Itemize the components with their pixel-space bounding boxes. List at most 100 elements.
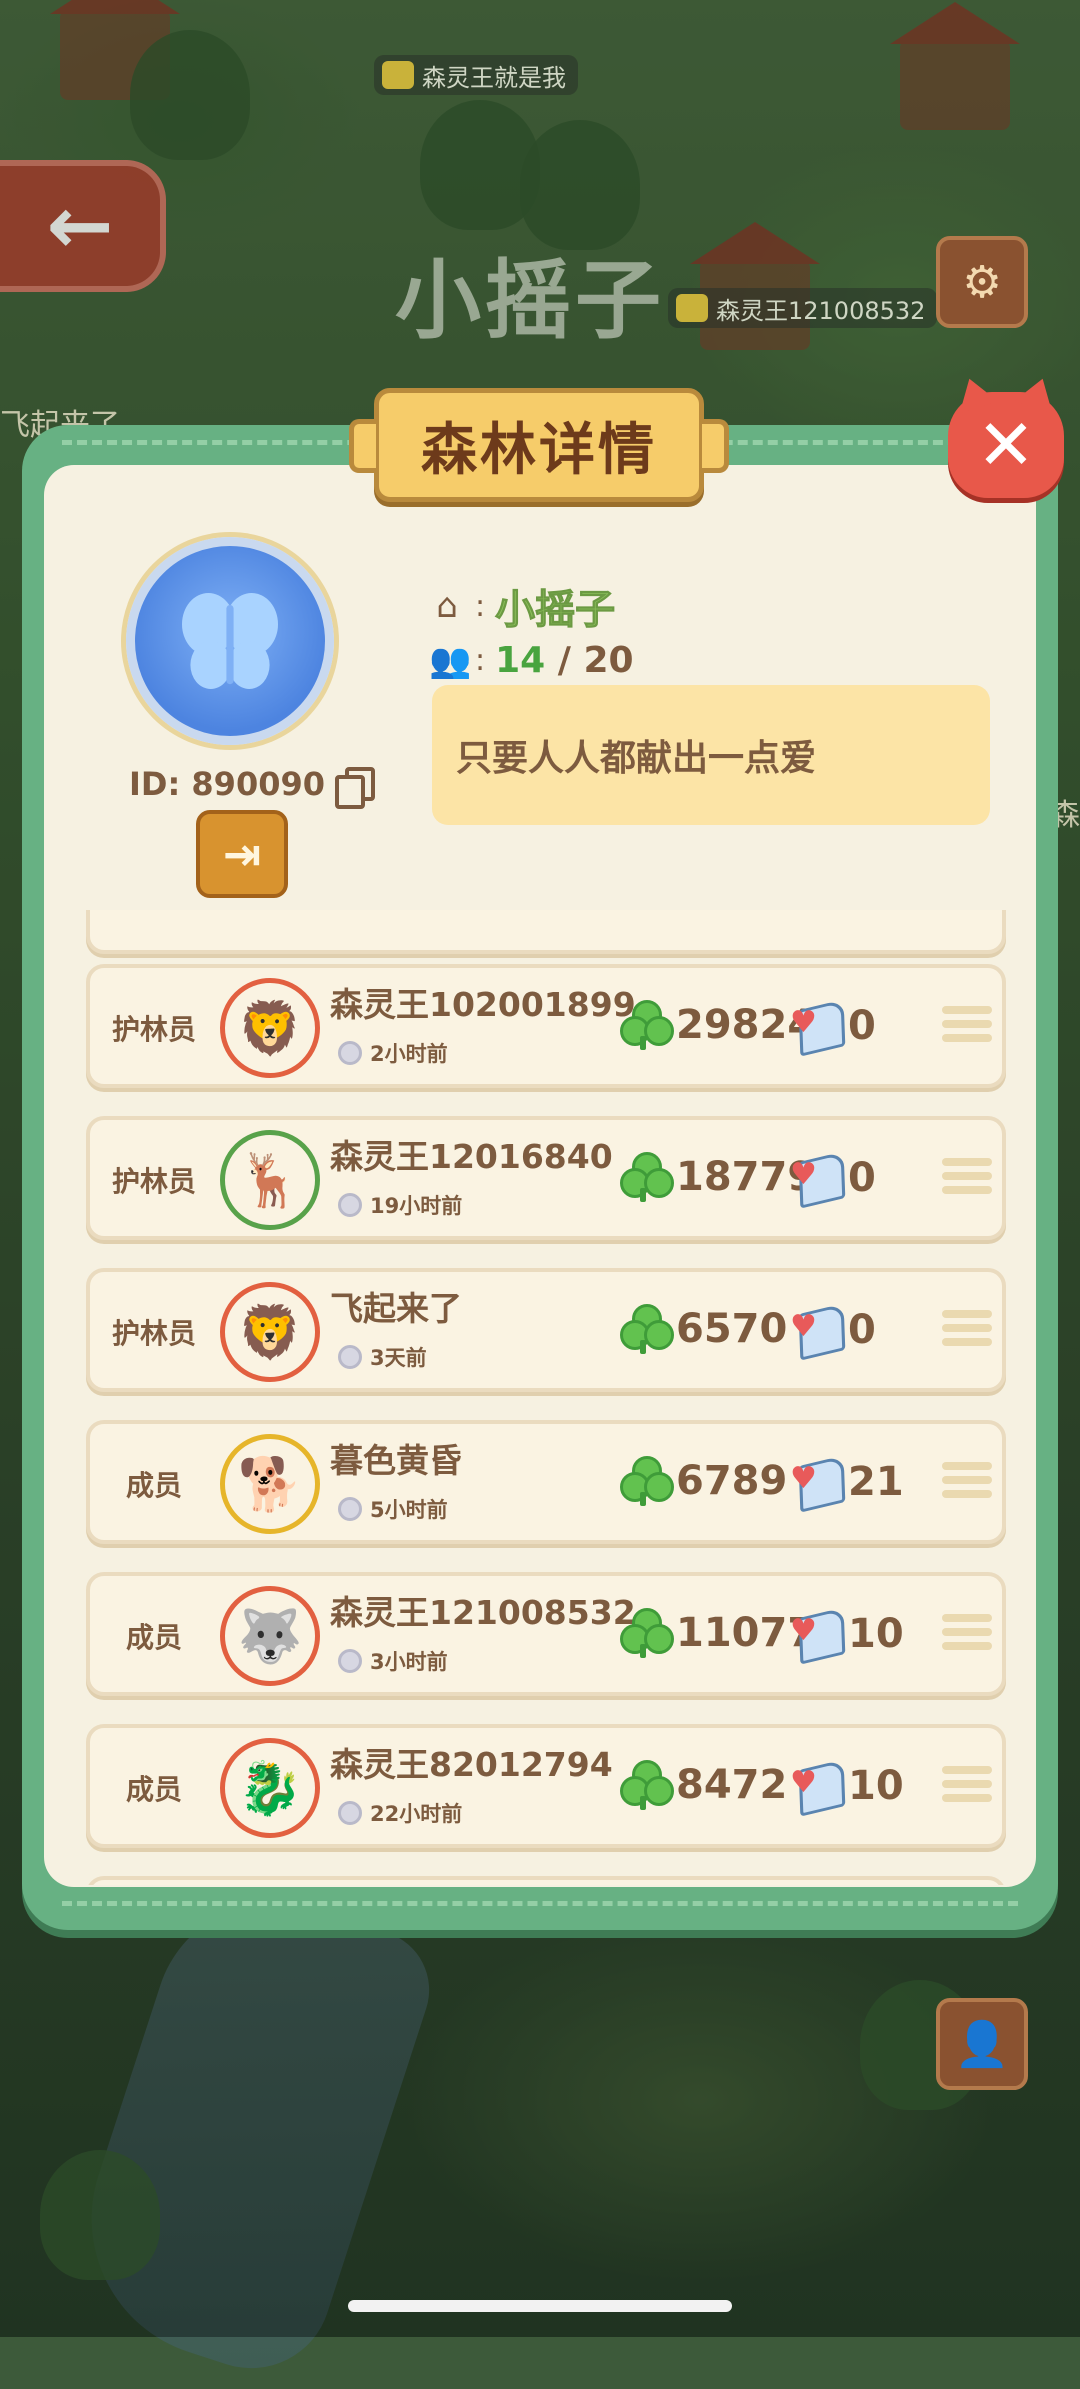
members-icon: 👥	[429, 640, 472, 681]
members-max: 20	[583, 640, 634, 681]
forest-details-dialog: ID: 890090 ⇥ ⌂ : 小摇子 👥 : 14 / 20 只要人人都献出…	[22, 425, 1058, 1930]
profile-card-button[interactable]: 👤	[936, 1998, 1028, 2090]
forest-emblem	[126, 537, 334, 745]
clover-score: 8472	[620, 1760, 787, 1810]
forest-id: ID: 890090	[129, 765, 325, 803]
member-row[interactable]: 护林员 🦁 飞起来了 3天前 6570 ♥ 0	[86, 1268, 1006, 1392]
member-name: 森灵王102001899	[330, 985, 636, 1024]
member-avatar[interactable]: 🐕	[220, 1434, 320, 1534]
likes-count: ♥ 21	[790, 1455, 904, 1513]
last-seen-text: 3小时前	[370, 1650, 448, 1674]
panel-stitch	[62, 1901, 1018, 1906]
clover-score: 6570	[620, 1304, 787, 1354]
likes-count: ♥ 0	[790, 1151, 876, 1209]
forest-id-row: ID: 890090	[129, 765, 375, 809]
likes-value: 0	[848, 1307, 876, 1353]
members-separator: /	[545, 640, 584, 681]
clock-icon	[338, 1193, 362, 1217]
member-menu-button[interactable]	[942, 1158, 992, 1202]
forest-motto: 只要人人都献出一点爱	[432, 685, 990, 825]
likes-count: ♥ 0	[790, 999, 876, 1057]
home-icon: ⌂	[436, 586, 458, 626]
profile-card-icon: 👤	[954, 2019, 1010, 2070]
last-seen-text: 19小时前	[370, 1194, 463, 1218]
map-owner-tag: 森灵王121008532	[668, 288, 938, 328]
member-avatar[interactable]: 🐉	[220, 1738, 320, 1838]
exit-icon: ⇥	[222, 827, 262, 881]
member-menu-button[interactable]	[942, 1462, 992, 1506]
avatar-image: 🦁	[237, 998, 303, 1059]
last-seen-text: 22小时前	[370, 1802, 463, 1826]
member-list[interactable]: 护林员 🦁 森灵王102001899 2小时前 29824 ♥ 0 护林员 🦌 …	[64, 910, 1024, 1885]
heart-plane-icon: ♥	[790, 1151, 846, 1209]
member-name: 森灵王12016840	[330, 1137, 613, 1176]
dialog-body: ID: 890090 ⇥ ⌂ : 小摇子 👥 : 14 / 20 只要人人都献出…	[44, 465, 1036, 1887]
member-row[interactable]: 护林员 🦌 森灵王12016840 19小时前 18779 ♥ 0	[86, 1116, 1006, 1240]
heart-plane-icon: ♥	[790, 1303, 846, 1361]
flag-icon	[676, 294, 708, 322]
close-icon: ✕	[976, 404, 1036, 486]
close-button[interactable]: ✕	[948, 392, 1064, 498]
clover-value: 6570	[676, 1306, 788, 1352]
clover-icon	[620, 1000, 674, 1050]
last-seen-text: 3天前	[370, 1346, 427, 1370]
member-avatar[interactable]: 🐺	[220, 1586, 320, 1686]
clover-score: 11077	[620, 1608, 815, 1658]
likes-count: ♥ 10	[790, 1759, 904, 1817]
member-avatar[interactable]: 🦁	[220, 978, 320, 1078]
likes-value: 0	[848, 1003, 876, 1049]
clover-icon	[620, 1304, 674, 1354]
clover-icon	[620, 1760, 674, 1810]
clover-score: 18779	[620, 1152, 815, 1202]
clock-icon	[338, 1345, 362, 1369]
member-name: 森灵王82012794	[330, 1745, 613, 1784]
avatar-image: 🐺	[237, 1606, 303, 1667]
motto-text: 只要人人都献出一点爱	[456, 738, 817, 779]
member-row[interactable]: 成员 🐕 银灵杏 ♥	[86, 1876, 1006, 1885]
member-menu-button[interactable]	[942, 1006, 992, 1050]
member-role: 护林员	[111, 1013, 196, 1046]
avatar-image: 🐕	[237, 1454, 303, 1515]
member-role: 护林员	[111, 1317, 196, 1350]
member-row[interactable]: 成员 🐕 暮色黄昏 5小时前 6789 ♥ 21	[86, 1420, 1006, 1544]
member-avatar[interactable]: 🦌	[220, 1130, 320, 1230]
member-card-partial[interactable]	[86, 910, 1006, 954]
member-menu-button[interactable]	[942, 1310, 992, 1354]
butterfly-icon	[182, 593, 278, 689]
likes-count: ♥ 10	[790, 1607, 904, 1665]
last-seen: 2小时前	[338, 1038, 448, 1068]
clover-value: 6789	[676, 1458, 788, 1504]
leave-forest-button[interactable]: ⇥	[196, 810, 288, 898]
members-current: 14	[495, 640, 546, 681]
map-forest-title: 小摇子	[395, 251, 665, 351]
map-forest-tag: 森灵王就是我	[374, 55, 578, 95]
forest-name-row: ⌂ : 小摇子	[429, 577, 615, 635]
member-menu-button[interactable]	[942, 1614, 992, 1658]
forest-name: 小摇子	[495, 587, 616, 634]
member-avatar[interactable]: 🦁	[220, 1282, 320, 1382]
map-tag-label: 森灵王121008532	[716, 296, 926, 325]
last-seen-text: 5小时前	[370, 1498, 448, 1522]
member-menu-button[interactable]	[942, 1766, 992, 1810]
back-button[interactable]: ←	[0, 160, 166, 292]
heart-plane-icon: ♥	[790, 1455, 846, 1513]
member-row[interactable]: 护林员 🦁 森灵王102001899 2小时前 29824 ♥ 0	[86, 964, 1006, 1088]
member-count-row: 👥 : 14 / 20	[429, 640, 634, 681]
clock-icon	[338, 1041, 362, 1065]
likes-value: 10	[848, 1763, 904, 1809]
member-row[interactable]: 成员 🐉 森灵王82012794 22小时前 8472 ♥ 10	[86, 1724, 1006, 1848]
member-name: 森灵王121008532	[330, 1593, 636, 1632]
member-name: 飞起来了	[330, 1289, 462, 1328]
settings-button[interactable]: ⚙	[936, 236, 1028, 328]
member-name: 暮色黄昏	[330, 1441, 462, 1480]
separator: :	[475, 643, 486, 678]
map-tag-label: 森灵王就是我	[422, 63, 566, 92]
clock-icon	[338, 1649, 362, 1673]
likes-value: 0	[848, 1155, 876, 1201]
last-seen: 22小时前	[338, 1798, 462, 1828]
clock-icon	[338, 1801, 362, 1825]
clover-score: 29824	[620, 1000, 815, 1050]
copy-icon[interactable]	[335, 767, 375, 809]
home-indicator[interactable]	[348, 2300, 732, 2312]
member-row[interactable]: 成员 🐺 森灵王121008532 3小时前 11077 ♥ 10	[86, 1572, 1006, 1696]
